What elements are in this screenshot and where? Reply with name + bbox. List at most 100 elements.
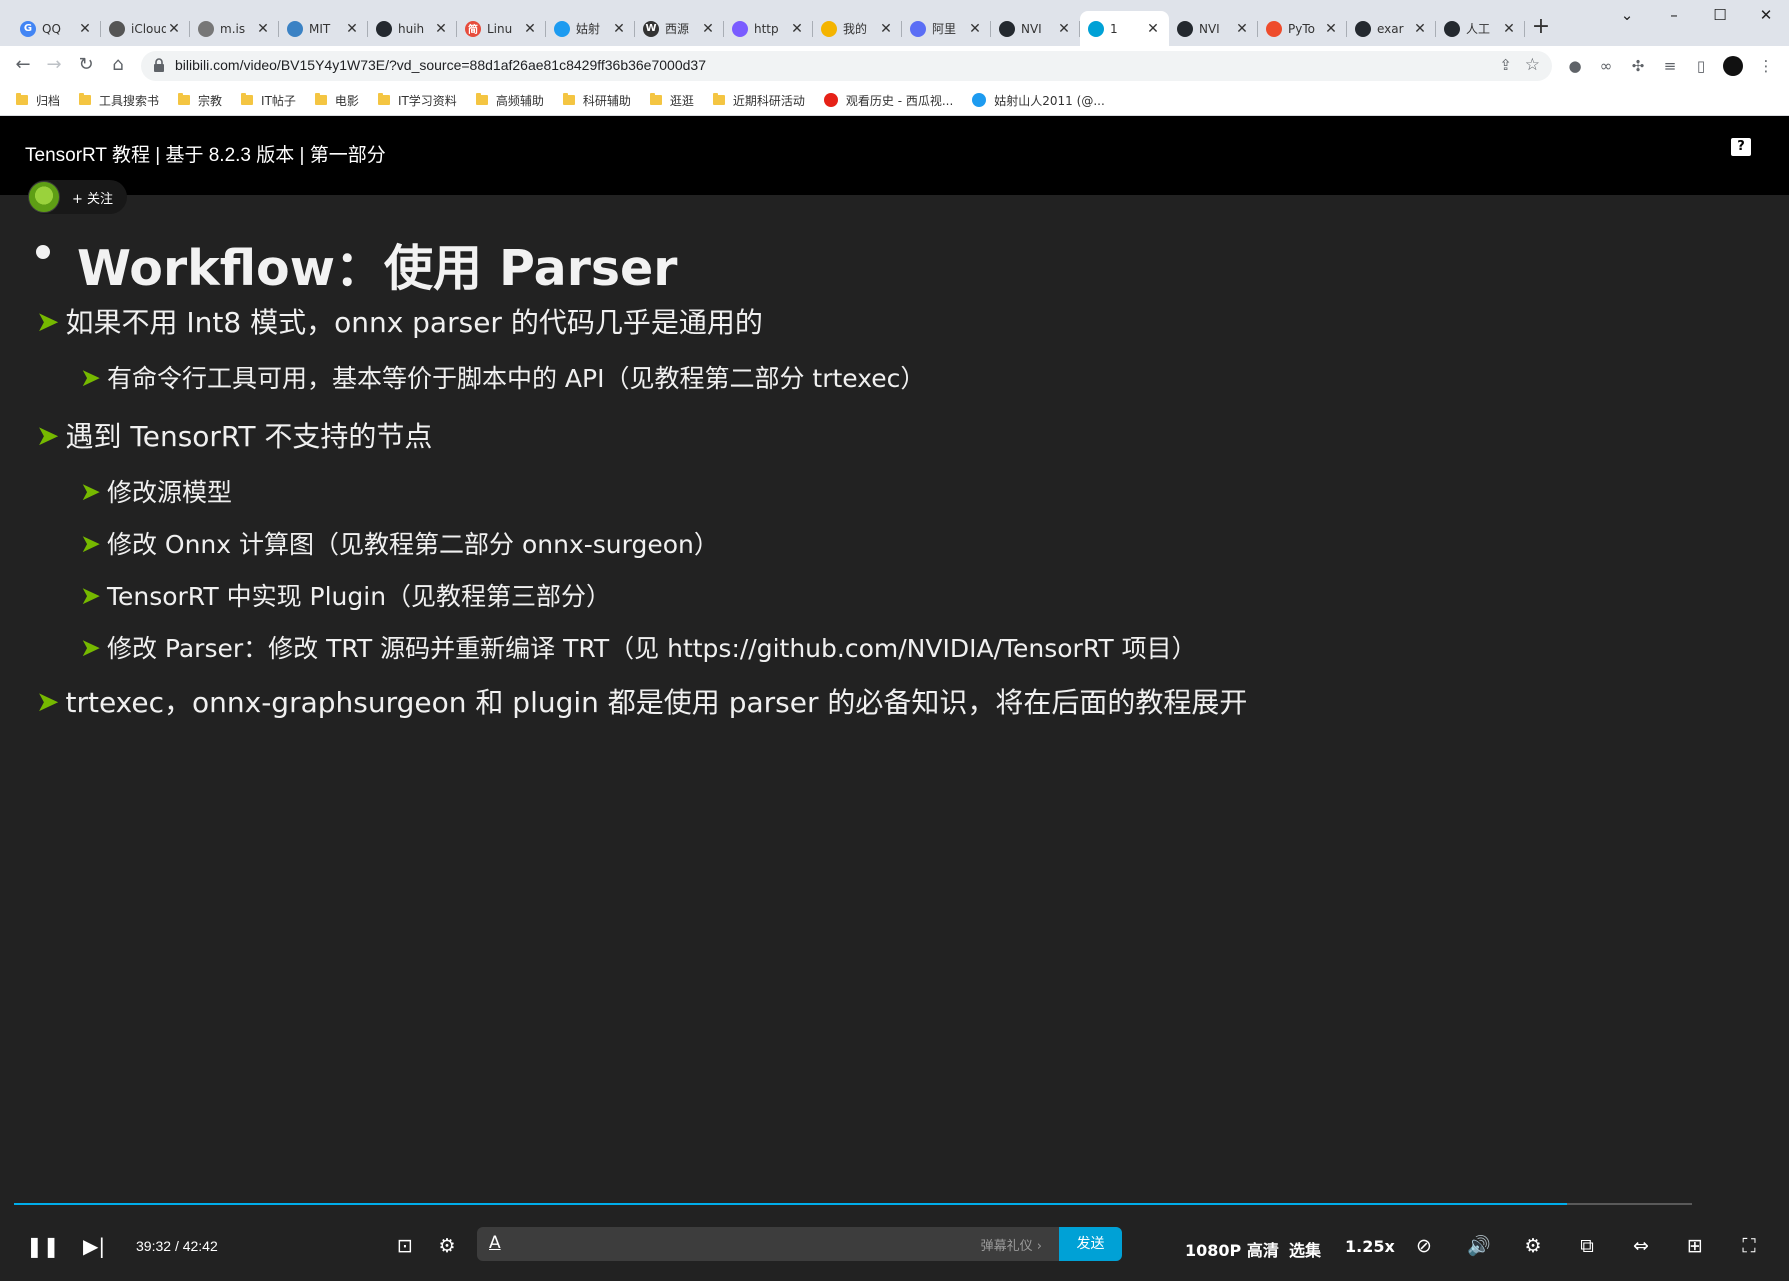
tab[interactable]: 姑射 ✕ [546, 11, 635, 46]
pause-icon[interactable]: ❚❚ [26, 1233, 60, 1259]
tab-close-icon[interactable]: ✕ [611, 21, 627, 37]
tab-close-icon[interactable]: ✕ [255, 21, 271, 37]
video-player[interactable]: TensorRT 教程 | 基于 8.2.3 版本 | 第一部分 ? + 关注 … [0, 116, 1789, 1281]
maximize-icon[interactable]: ☐ [1697, 0, 1743, 32]
side-panel-icon[interactable]: ▯ [1691, 56, 1711, 76]
tab-close-icon[interactable]: ✕ [1323, 21, 1339, 37]
minimize-icon[interactable]: – [1651, 0, 1697, 32]
reload-icon[interactable]: ↻ [73, 52, 99, 78]
tab-close-icon[interactable]: ✕ [522, 21, 538, 37]
tab-close-icon[interactable]: ✕ [967, 21, 983, 37]
bookmark-folder[interactable]: IT学习资料 [377, 92, 457, 109]
bookmark-label: 归档 [36, 93, 61, 108]
help-icon[interactable]: ? [1731, 138, 1751, 156]
tab-favicon-icon [910, 20, 926, 37]
tab-close-icon[interactable]: ✕ [700, 21, 716, 37]
tab[interactable]: W 西源 ✕ [635, 11, 724, 46]
bookmark-label: 电影 [334, 93, 359, 108]
tab-close-icon[interactable]: ✕ [433, 21, 449, 37]
tab[interactable]: huih ✕ [368, 11, 457, 46]
tab[interactable]: NVI ✕ [991, 11, 1080, 46]
bookmark-folder[interactable]: 高频辅助 [475, 92, 544, 109]
tab-close-icon[interactable]: ✕ [166, 21, 182, 37]
tab-search-chevron-icon[interactable]: ⌄ [1604, 0, 1650, 32]
address-bar[interactable]: bilibili.com/video/BV15Y4y1W73E/?vd_sour… [141, 51, 1552, 81]
tab[interactable]: iCloud ✕ [101, 11, 190, 46]
media-queue-icon[interactable]: ≡ [1660, 56, 1680, 76]
volume-icon[interactable]: 🔊 [1467, 1235, 1491, 1257]
bookmark-label: 近期科研活动 [732, 93, 805, 108]
tab[interactable]: 人工 ✕ [1436, 11, 1525, 46]
tab[interactable]: 简 Linu ✕ [457, 11, 546, 46]
next-episode-icon[interactable]: ▶| [82, 1233, 106, 1259]
danmaku-style-icon[interactable]: A [489, 1233, 501, 1253]
web-fullscreen-icon[interactable]: ⊞ [1683, 1235, 1707, 1257]
bookmark-folder[interactable]: 近期科研活动 [712, 92, 805, 109]
folder-icon [241, 93, 254, 105]
bookmark-folder[interactable]: 逛逛 [649, 92, 694, 109]
tab-favicon-icon [732, 20, 748, 37]
speed-selector[interactable]: 1.25x [1345, 1237, 1395, 1256]
tab[interactable]: NVI ✕ [1169, 11, 1258, 46]
bookmark-folder[interactable]: 工具搜索书 [79, 92, 159, 109]
bookmark-folder[interactable]: IT帖子 [241, 92, 296, 109]
uploader-chip[interactable]: + 关注 [28, 180, 128, 214]
danmaku-toggle-icon[interactable]: ⊡ [393, 1235, 417, 1257]
tab-close-icon[interactable]: ✕ [1412, 21, 1428, 37]
progress-bar[interactable] [14, 1203, 1692, 1205]
folder-icon [649, 93, 662, 105]
close-window-icon[interactable]: ✕ [1743, 0, 1789, 32]
tab-close-icon[interactable]: ✕ [344, 21, 360, 37]
quality-selector[interactable]: 1080P 高清 [1185, 1237, 1279, 1261]
tab[interactable]: exar ✕ [1347, 11, 1436, 46]
tab-favicon-icon [198, 20, 214, 37]
tab-active[interactable]: 1 ✕ [1080, 11, 1169, 46]
widescreen-icon[interactable]: ⇔ [1629, 1235, 1653, 1257]
tab[interactable]: 阿里 ✕ [902, 11, 991, 46]
tab-close-icon[interactable]: ✕ [1056, 21, 1072, 37]
tab[interactable]: 我的 ✕ [813, 11, 902, 46]
tab[interactable]: PyTo ✕ [1258, 11, 1347, 46]
tab-close-icon[interactable]: ✕ [1234, 21, 1250, 37]
episodes-button[interactable]: 选集 [1289, 1237, 1321, 1261]
send-danmaku-button[interactable]: 发送 [1059, 1227, 1122, 1261]
tab-close-icon[interactable]: ✕ [1501, 21, 1517, 37]
danmaku-etiquette-link[interactable]: 弹幕礼仪 › [981, 1235, 1042, 1254]
bookmark-link[interactable]: 姑射山人2011 (@... [972, 92, 1105, 109]
danmaku-input[interactable]: A 弹幕礼仪 › 发送 [477, 1227, 1122, 1261]
tab[interactable]: http ✕ [724, 11, 813, 46]
tab[interactable]: G QQ ✕ [12, 11, 101, 46]
home-icon[interactable]: ⌂ [105, 52, 131, 78]
tab-close-icon[interactable]: ✕ [789, 21, 805, 37]
settings-gear-icon[interactable]: ⚙ [1521, 1235, 1545, 1257]
fullscreen-icon[interactable]: ⛶ [1737, 1235, 1761, 1257]
tab-close-icon[interactable]: ✕ [878, 21, 894, 37]
tab[interactable]: m.is ✕ [190, 11, 279, 46]
bookmark-folder[interactable]: 电影 [314, 92, 359, 109]
bookmark-star-icon[interactable]: ☆ [1525, 55, 1540, 75]
bookmark-folder[interactable]: 归档 [16, 92, 60, 109]
tab-favicon-icon [1444, 20, 1460, 37]
back-arrow-icon[interactable]: ← [10, 52, 36, 78]
extension-badge-icon[interactable]: ● [1565, 56, 1585, 76]
url-text[interactable]: bilibili.com/video/BV15Y4y1W73E/?vd_sour… [175, 57, 706, 73]
menu-kebab-icon[interactable]: ⋮ [1756, 56, 1776, 76]
puzzle-extensions-icon[interactable]: ✣ [1628, 56, 1648, 76]
forward-arrow-icon[interactable]: → [41, 52, 67, 78]
tab-close-icon[interactable]: ✕ [1145, 21, 1161, 37]
follow-button[interactable]: + 关注 [72, 188, 113, 207]
subtitle-off-icon[interactable]: ⊘ [1412, 1235, 1436, 1257]
new-tab-button[interactable]: + [1527, 14, 1555, 42]
tab[interactable]: MIT ✕ [279, 11, 368, 46]
profile-avatar[interactable] [1723, 56, 1743, 76]
picture-in-picture-icon[interactable]: ⧉ [1575, 1235, 1599, 1257]
uploader-avatar[interactable] [28, 181, 60, 213]
bookmark-folder[interactable]: 宗教 [178, 92, 222, 109]
share-icon[interactable]: ⇪ [1499, 56, 1512, 74]
browser-toolbar: ← → ↻ ⌂ bilibili.com/video/BV15Y4y1W73E/… [0, 46, 1789, 85]
bookmark-folder[interactable]: 科研辅助 [562, 92, 631, 109]
bookmark-link[interactable]: 观看历史 - 西瓜视... [823, 92, 953, 109]
extension-glasses-icon[interactable]: ∞ [1596, 56, 1616, 76]
danmaku-settings-icon[interactable]: ⚙ [435, 1235, 459, 1257]
tab-close-icon[interactable]: ✕ [77, 21, 93, 37]
